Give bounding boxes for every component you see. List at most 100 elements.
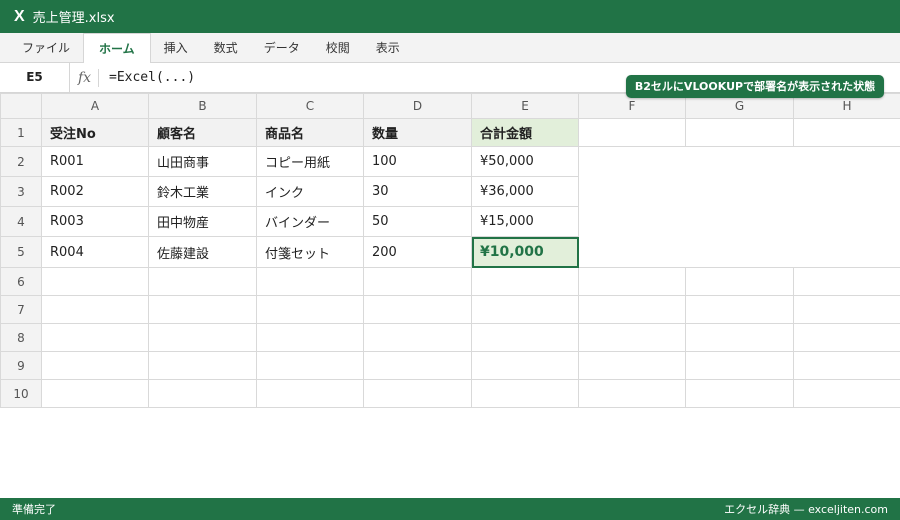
fx-icon[interactable]: fx: [78, 63, 91, 92]
annotation-callout: B2セルにVLOOKUPで部署名が表示された状態: [626, 75, 884, 98]
row-header-1[interactable]: 1: [0, 118, 42, 147]
empty-cell[interactable]: [578, 379, 686, 408]
empty-cell[interactable]: [256, 351, 364, 380]
cell-c4[interactable]: バインダー: [256, 206, 364, 237]
empty-cell[interactable]: [148, 295, 257, 324]
cell-f1[interactable]: [578, 118, 686, 147]
empty-cell[interactable]: [578, 295, 686, 324]
cell-e5-selected[interactable]: ¥10,000: [471, 236, 579, 268]
empty-cell[interactable]: [471, 351, 579, 380]
empty-area: [578, 146, 900, 177]
empty-cell[interactable]: [148, 351, 257, 380]
empty-cell[interactable]: [578, 267, 686, 296]
tab-view[interactable]: 表示: [363, 33, 413, 63]
cell-c3[interactable]: インク: [256, 176, 364, 207]
cell-b3[interactable]: 鈴木工業: [148, 176, 257, 207]
cell-g1[interactable]: [685, 118, 794, 147]
empty-cell[interactable]: [363, 351, 472, 380]
column-header-a[interactable]: A: [41, 93, 149, 119]
row-header-2[interactable]: 2: [0, 146, 42, 177]
tab-formulas[interactable]: 数式: [201, 33, 251, 63]
empty-cell[interactable]: [256, 323, 364, 352]
row-header-10[interactable]: 10: [0, 379, 42, 408]
cell-d2[interactable]: 100: [363, 146, 472, 177]
empty-cell[interactable]: [148, 379, 257, 408]
row-header-3[interactable]: 3: [0, 176, 42, 207]
worksheet-grid: A B C D E F G H 1 受注No 顧客名 商品名 数量 合計金額 2…: [0, 93, 900, 408]
cell-b1[interactable]: 顧客名: [148, 118, 257, 147]
empty-cell[interactable]: [363, 267, 472, 296]
empty-cell[interactable]: [685, 379, 794, 408]
tab-review[interactable]: 校閲: [313, 33, 363, 63]
empty-cell[interactable]: [793, 295, 900, 324]
cell-e3[interactable]: ¥36,000: [471, 176, 579, 207]
tab-data[interactable]: データ: [251, 33, 313, 63]
excel-logo-icon: X: [14, 7, 25, 25]
row-header-5[interactable]: 5: [0, 236, 42, 268]
cell-b5[interactable]: 佐藤建設: [148, 236, 257, 268]
empty-cell[interactable]: [41, 351, 149, 380]
empty-cell[interactable]: [685, 267, 794, 296]
select-all-corner[interactable]: [0, 93, 42, 119]
empty-cell[interactable]: [363, 379, 472, 408]
cell-a3[interactable]: R002: [41, 176, 149, 207]
cell-h1[interactable]: [793, 118, 900, 147]
cell-b4[interactable]: 田中物産: [148, 206, 257, 237]
cell-e4[interactable]: ¥15,000: [471, 206, 579, 237]
name-box[interactable]: E5: [0, 63, 70, 92]
cell-e2[interactable]: ¥50,000: [471, 146, 579, 177]
empty-cell[interactable]: [471, 295, 579, 324]
empty-cell[interactable]: [256, 295, 364, 324]
empty-cell[interactable]: [41, 295, 149, 324]
formula-input[interactable]: =Excel(...): [109, 63, 195, 92]
empty-cell[interactable]: [578, 351, 686, 380]
tab-file[interactable]: ファイル: [9, 33, 83, 63]
empty-cell[interactable]: [148, 267, 257, 296]
empty-cell[interactable]: [793, 379, 900, 408]
cell-d5[interactable]: 200: [363, 236, 472, 268]
cell-d4[interactable]: 50: [363, 206, 472, 237]
empty-cell[interactable]: [685, 295, 794, 324]
empty-cell[interactable]: [363, 323, 472, 352]
row-header-7[interactable]: 7: [0, 295, 42, 324]
tab-home[interactable]: ホーム: [83, 33, 151, 64]
empty-cell[interactable]: [793, 267, 900, 296]
empty-cell[interactable]: [256, 379, 364, 408]
empty-cell[interactable]: [256, 267, 364, 296]
row-header-6[interactable]: 6: [0, 267, 42, 296]
empty-cell[interactable]: [578, 323, 686, 352]
cell-d3[interactable]: 30: [363, 176, 472, 207]
cell-b2[interactable]: 山田商事: [148, 146, 257, 177]
row-header-8[interactable]: 8: [0, 323, 42, 352]
cell-d1[interactable]: 数量: [363, 118, 472, 147]
column-header-e[interactable]: E: [471, 93, 579, 119]
row-header-9[interactable]: 9: [0, 351, 42, 380]
column-header-b[interactable]: B: [148, 93, 257, 119]
empty-cell[interactable]: [793, 351, 900, 380]
site-credit: エクセル辞典 — exceljiten.com: [724, 503, 888, 516]
empty-cell[interactable]: [471, 379, 579, 408]
column-header-d[interactable]: D: [363, 93, 472, 119]
ribbon-tabs: ファイル ホーム 挿入 数式 データ 校閲 表示: [0, 33, 900, 64]
cell-a5[interactable]: R004: [41, 236, 149, 268]
empty-cell[interactable]: [41, 379, 149, 408]
tab-insert[interactable]: 挿入: [151, 33, 201, 63]
cell-a4[interactable]: R003: [41, 206, 149, 237]
empty-cell[interactable]: [471, 323, 579, 352]
empty-cell[interactable]: [793, 323, 900, 352]
empty-cell[interactable]: [148, 323, 257, 352]
empty-cell[interactable]: [363, 295, 472, 324]
column-header-c[interactable]: C: [256, 93, 364, 119]
row-header-4[interactable]: 4: [0, 206, 42, 237]
empty-cell[interactable]: [685, 323, 794, 352]
cell-a2[interactable]: R001: [41, 146, 149, 177]
cell-a1[interactable]: 受注No: [41, 118, 149, 147]
cell-c1[interactable]: 商品名: [256, 118, 364, 147]
empty-cell[interactable]: [41, 267, 149, 296]
empty-cell[interactable]: [471, 267, 579, 296]
cell-c5[interactable]: 付箋セット: [256, 236, 364, 268]
cell-e1[interactable]: 合計金額: [471, 118, 579, 147]
empty-cell[interactable]: [685, 351, 794, 380]
empty-cell[interactable]: [41, 323, 149, 352]
cell-c2[interactable]: コピー用紙: [256, 146, 364, 177]
